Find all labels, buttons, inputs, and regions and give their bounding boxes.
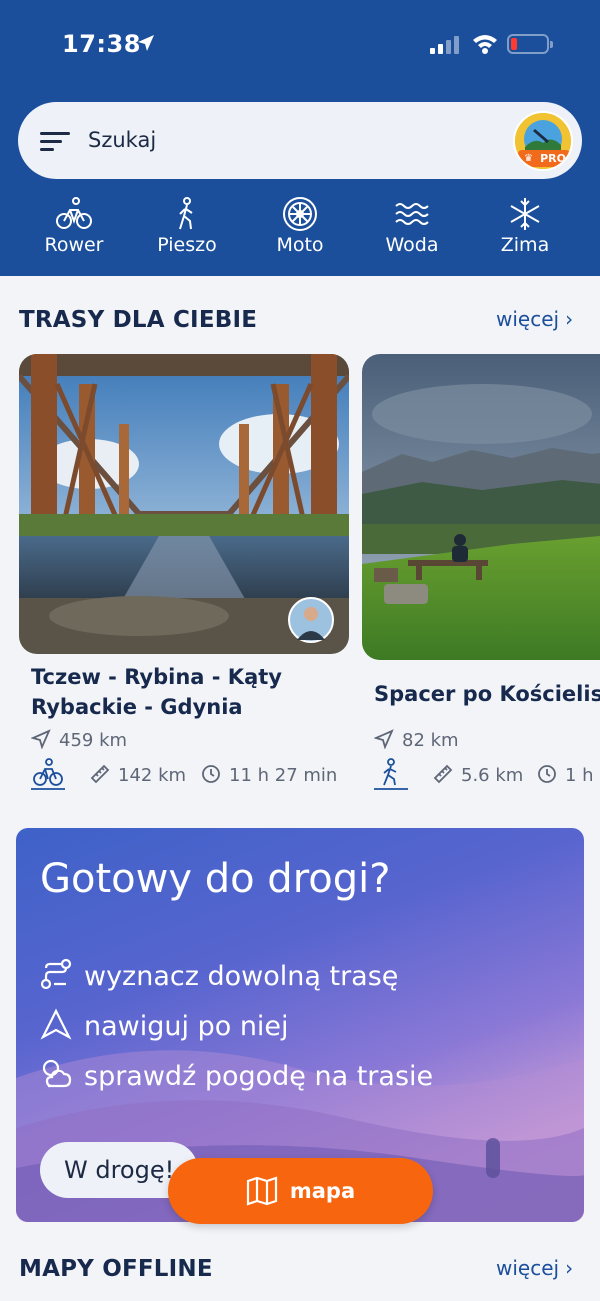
battery-icon	[507, 34, 553, 54]
route-title[interactable]: Spacer po Kościelisk	[374, 679, 600, 709]
map-icon	[246, 1176, 277, 1206]
ruler-icon	[90, 764, 110, 784]
promo-item: nawiguj po niej	[40, 1008, 289, 1042]
wheel-icon	[283, 197, 317, 231]
route-card-image[interactable]	[362, 354, 600, 660]
navigation-arrow-icon	[30, 729, 51, 750]
navigation-arrow-icon	[373, 729, 394, 750]
header: 17:38 Szukaj ♛ PRO Rower Pieszo Moto Wod…	[0, 0, 600, 276]
location-arrow-icon	[138, 35, 154, 51]
navigation-icon	[40, 1008, 72, 1040]
search-input[interactable]: Szukaj	[88, 128, 156, 152]
category-zima[interactable]: Zima	[469, 192, 581, 256]
pro-badge[interactable]: ♛ PRO	[513, 111, 573, 171]
status-time: 17:38	[62, 30, 141, 58]
mountains-photo	[362, 354, 600, 660]
wifi-icon	[473, 35, 497, 54]
category-woda[interactable]: Woda	[356, 192, 468, 256]
cellular-signal-icon	[430, 36, 459, 54]
bridge-photo	[19, 354, 349, 654]
promo-item: wyznacz dowolną trasę	[40, 958, 398, 992]
category-pieszo[interactable]: Pieszo	[131, 192, 243, 256]
hiker-icon	[179, 197, 193, 230]
route-length: 142 km	[90, 764, 186, 786]
cyclist-icon	[31, 758, 65, 790]
more-routes-link[interactable]: więcej ›	[496, 307, 573, 331]
route-card-image[interactable]	[19, 354, 349, 654]
clock-icon	[202, 765, 220, 783]
route-duration: 1 h 2	[537, 764, 600, 786]
status-bar: 17:38	[0, 0, 600, 90]
promo-item: sprawdź pogodę na trasie	[40, 1058, 433, 1092]
snowflake-icon	[510, 198, 540, 230]
category-rower[interactable]: Rower	[18, 192, 130, 256]
filter-menu-icon[interactable]	[40, 130, 72, 152]
waves-icon	[395, 203, 429, 225]
route-duration: 11 h 27 min	[201, 764, 337, 786]
clock-icon	[538, 765, 556, 783]
hiker-icon	[374, 758, 408, 790]
route-length: 5.6 km	[433, 764, 523, 786]
weather-icon	[42, 1059, 72, 1088]
search-bar[interactable]: Szukaj ♛ PRO	[18, 102, 582, 179]
more-offline-link[interactable]: więcej ›	[496, 1256, 573, 1280]
section-title-routes: TRASY DLA CIEBIE	[19, 307, 258, 333]
pro-label: ♛ PRO	[518, 150, 570, 167]
promo-title: Gotowy do drogi?	[40, 856, 391, 902]
route-title[interactable]: Rybackie - Gdynia	[31, 692, 243, 722]
route-title[interactable]: Tczew - Rybina - Kąty	[31, 662, 282, 692]
map-button[interactable]: mapa	[168, 1158, 433, 1224]
route-icon	[40, 958, 72, 990]
route-distance: 82 km	[373, 729, 459, 751]
category-bar: Rower Pieszo Moto Woda Zima	[0, 192, 600, 268]
route-distance: 459 km	[30, 729, 127, 751]
ruler-icon	[433, 764, 453, 784]
section-title-offline-maps: MAPY OFFLINE	[19, 1256, 213, 1282]
bicycle-icon	[56, 197, 92, 229]
category-moto[interactable]: Moto	[244, 192, 356, 256]
